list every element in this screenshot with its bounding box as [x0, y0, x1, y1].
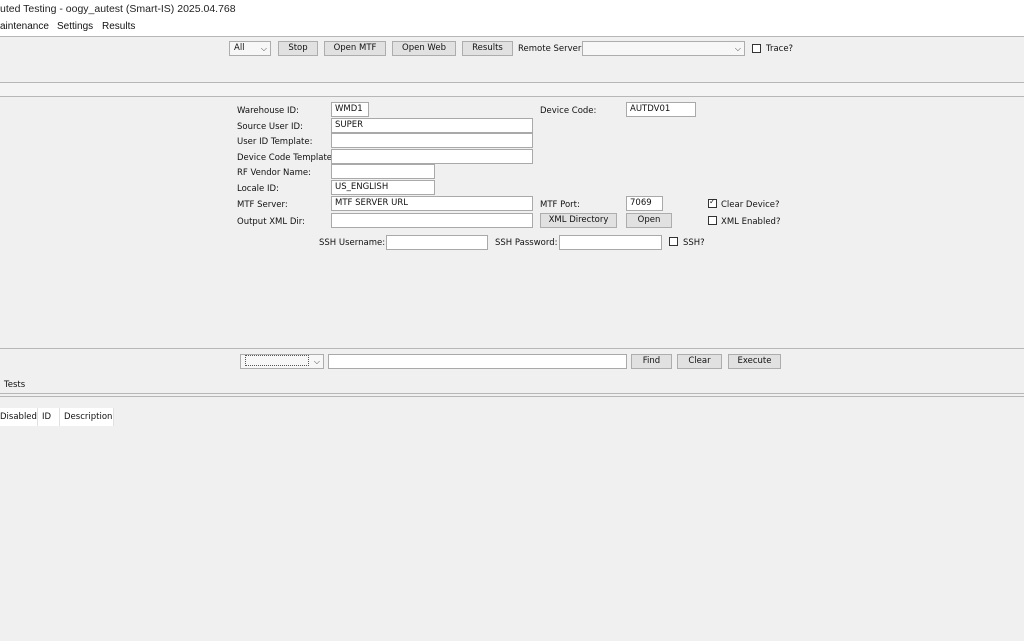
xml-enabled-label: XML Enabled?: [721, 217, 781, 227]
locale-id-field[interactable]: US_ENGLISH: [331, 180, 435, 195]
menu-results[interactable]: Results: [102, 21, 135, 32]
device-code-template-field[interactable]: [331, 149, 533, 164]
ssh-label: SSH?: [683, 238, 705, 248]
tests-table: [0, 400, 1024, 641]
search-top-divider: [0, 348, 1024, 349]
tab-tests[interactable]: Tests: [4, 380, 25, 390]
tabs-divider-2: [0, 396, 1024, 397]
ssh-checkbox[interactable]: [669, 237, 678, 246]
xml-enabled-checkbox[interactable]: [708, 216, 717, 225]
rf-vendor-name-field[interactable]: [331, 164, 435, 179]
column-header-id[interactable]: ID: [38, 408, 60, 426]
chevron-down-icon: ⌵: [313, 357, 320, 366]
source-user-id-field[interactable]: SUPER: [331, 118, 533, 133]
menu-maintenance[interactable]: aintenance: [0, 21, 49, 32]
app-window: uted Testing - oogy_autest (Smart-IS) 20…: [0, 0, 1024, 641]
open-xml-button[interactable]: Open: [626, 213, 672, 228]
title-bar: uted Testing - oogy_autest (Smart-IS) 20…: [0, 0, 1024, 20]
user-id-template-label: User ID Template:: [237, 137, 313, 147]
remote-server-label: Remote Server:: [518, 44, 585, 54]
remote-server-select[interactable]: ⌵: [582, 41, 745, 56]
column-header-description[interactable]: Description: [60, 408, 114, 426]
clear-device-checkbox[interactable]: [708, 197, 717, 208]
scope-select-value: All: [234, 43, 245, 53]
search-input[interactable]: [328, 354, 627, 369]
source-user-id-label: Source User ID:: [237, 122, 303, 132]
mtf-server-label: MTF Server:: [237, 200, 288, 210]
ssh-password-field[interactable]: [559, 235, 662, 250]
device-code-field[interactable]: AUTDV01: [626, 102, 696, 117]
menu-settings[interactable]: Settings: [57, 21, 93, 32]
spacer-strip: [0, 83, 1024, 96]
mtf-port-field[interactable]: 7069: [626, 196, 663, 211]
scope-select[interactable]: All ⌵: [229, 41, 271, 56]
tabs-divider: [0, 393, 1024, 394]
rf-vendor-name-label: RF Vendor Name:: [237, 168, 312, 178]
menu-divider: [0, 36, 1024, 37]
mtf-port-label: MTF Port:: [540, 200, 580, 210]
clear-device-label: Clear Device?: [721, 200, 780, 210]
form-top-divider: [0, 96, 1024, 97]
trace-checkbox[interactable]: [752, 44, 761, 53]
open-web-button[interactable]: Open Web: [392, 41, 456, 56]
chevron-down-icon: ⌵: [260, 44, 267, 53]
locale-id-label: Locale ID:: [237, 184, 279, 194]
device-code-label: Device Code:: [540, 106, 597, 116]
device-code-template-label: Device Code Template:: [237, 153, 335, 163]
trace-label: Trace?: [766, 44, 794, 54]
column-header-disabled[interactable]: Disabled: [0, 408, 38, 426]
output-xml-dir-field[interactable]: [331, 213, 533, 228]
ssh-password-label: SSH Password:: [495, 238, 558, 248]
chevron-down-icon: ⌵: [734, 44, 741, 53]
execute-button[interactable]: Execute: [728, 354, 781, 369]
filter-select-value: [245, 355, 309, 366]
ssh-username-label: SSH Username:: [319, 238, 386, 248]
mtf-server-field[interactable]: MTF SERVER URL: [331, 196, 533, 211]
stop-button[interactable]: Stop: [278, 41, 318, 56]
find-button[interactable]: Find: [631, 354, 672, 369]
filter-select[interactable]: ⌵: [240, 354, 324, 369]
results-button[interactable]: Results: [462, 41, 513, 56]
open-mtf-button[interactable]: Open MTF: [324, 41, 386, 56]
clear-button[interactable]: Clear: [677, 354, 722, 369]
warehouse-id-label: Warehouse ID:: [237, 106, 299, 116]
warehouse-id-field[interactable]: WMD1: [331, 102, 369, 117]
menu-bar: aintenance Settings Results: [0, 20, 1024, 36]
output-xml-dir-label: Output XML Dir:: [237, 217, 305, 227]
window-title: uted Testing - oogy_autest (Smart-IS) 20…: [0, 3, 236, 15]
user-id-template-field[interactable]: [331, 133, 533, 148]
ssh-username-field[interactable]: [386, 235, 488, 250]
xml-directory-button[interactable]: XML Directory: [540, 213, 617, 228]
